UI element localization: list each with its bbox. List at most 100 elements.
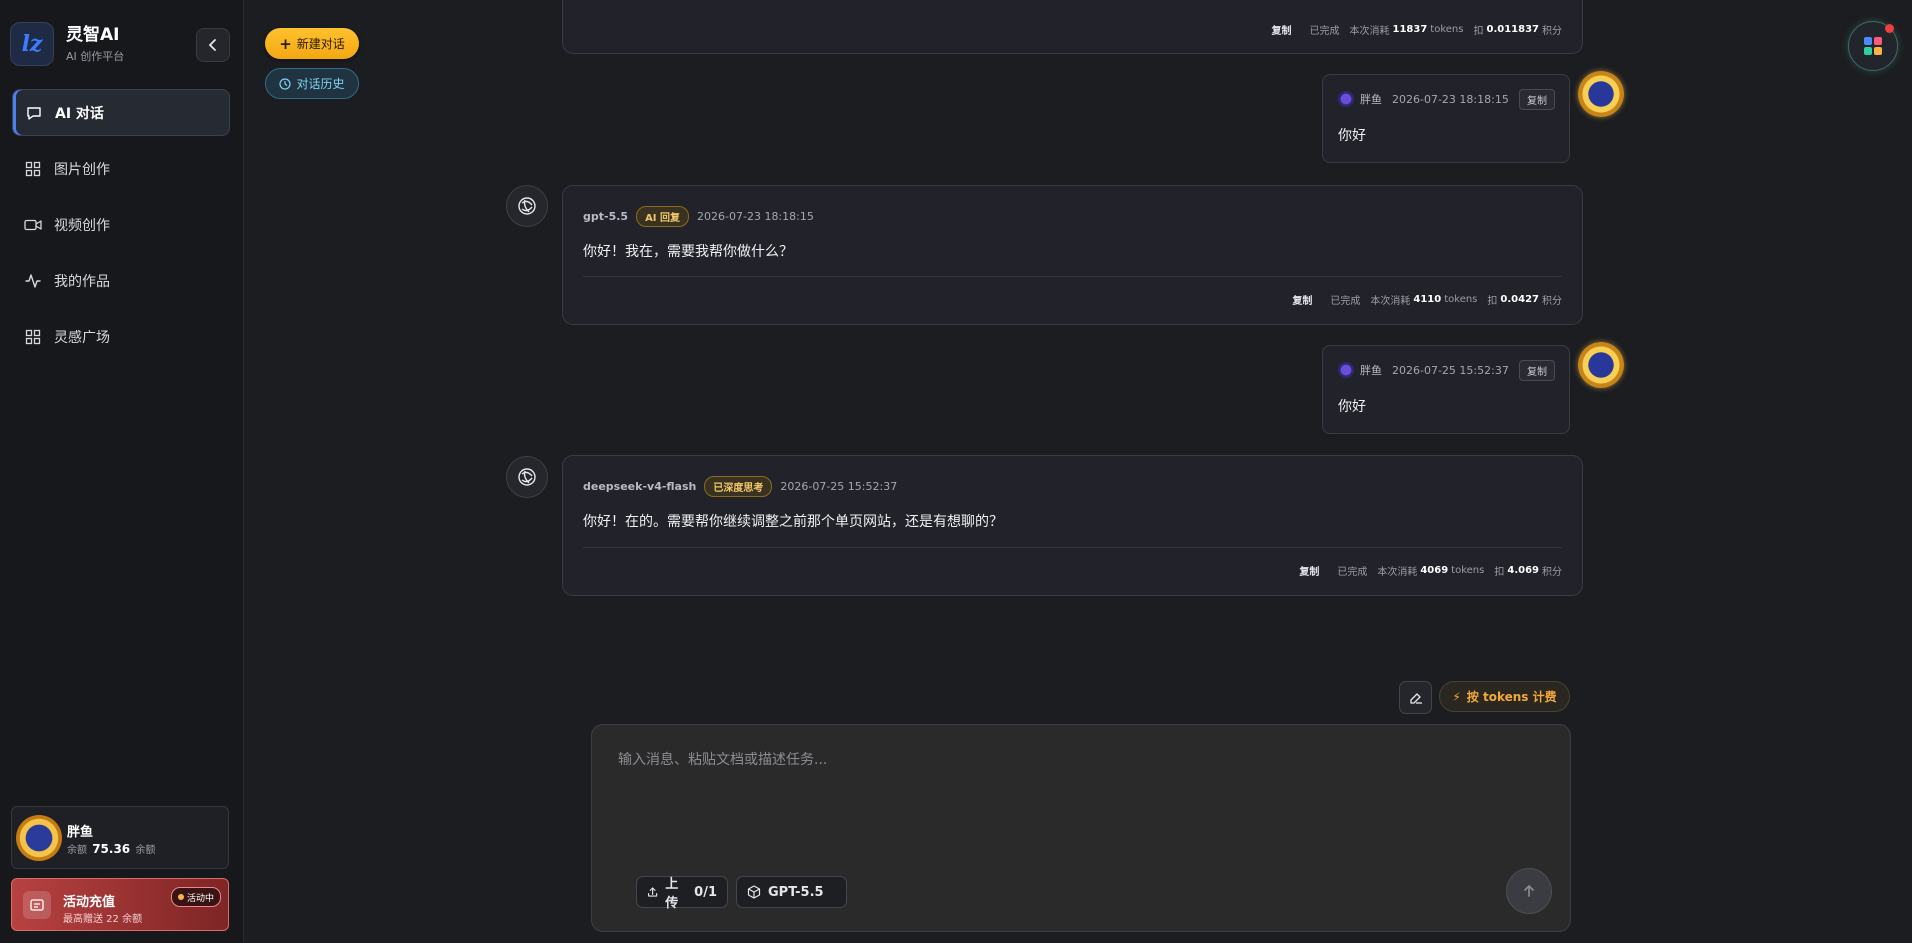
deduct-label: 扣 bbox=[1487, 296, 1498, 307]
chat-history-button[interactable]: 对话历史 bbox=[265, 68, 359, 99]
billing-label: 按 tokens 计费 bbox=[1466, 690, 1557, 704]
deduct-label: 扣 bbox=[1494, 567, 1505, 578]
send-button[interactable] bbox=[1506, 868, 1552, 914]
ai-message-card: deepseek-v4-flash 已深度思考 2026-07-25 15:52… bbox=[562, 455, 1583, 596]
sidebar-item-video-creation[interactable]: 视频创作 bbox=[12, 201, 230, 248]
model-name: GPT-5.5 bbox=[768, 884, 824, 900]
status-badge: 活动中 bbox=[170, 887, 221, 907]
sidebar-item-label: 灵感广场 bbox=[54, 329, 110, 346]
status-text: 已完成 bbox=[1309, 26, 1340, 37]
message-text: 你好！我在，需要我帮你做什么？ bbox=[583, 244, 793, 260]
token-count: 11837 bbox=[1392, 24, 1428, 35]
user-name: 胖鱼 bbox=[67, 825, 94, 840]
sidebar-item-label: 图片创作 bbox=[54, 161, 110, 178]
chat-icon bbox=[25, 104, 43, 122]
wallet-icon bbox=[23, 891, 51, 919]
new-chat-label: 新建对话 bbox=[296, 37, 345, 51]
eraser-icon bbox=[1409, 692, 1422, 704]
points-unit: 积分 bbox=[1542, 26, 1562, 37]
apps-icon bbox=[1864, 37, 1882, 55]
sidebar-item-label: AI 对话 bbox=[55, 105, 104, 122]
user-message-card: 胖鱼 2026-07-25 15:52:37 复制 你好 bbox=[1322, 345, 1570, 434]
clear-chat-button[interactable] bbox=[1399, 681, 1432, 714]
upload-icon bbox=[648, 887, 658, 897]
app-logo: lz bbox=[10, 22, 54, 66]
balance-value: 75.36 bbox=[92, 842, 131, 856]
ai-message-card: 复制 已完成 本次消耗 11837 tokens 扣 0.011837 积分 bbox=[562, 0, 1583, 54]
points-count: 4.069 bbox=[1507, 565, 1539, 576]
brand-subtitle: AI 创作平台 bbox=[66, 49, 125, 63]
copy-button[interactable]: 复制 bbox=[1292, 292, 1312, 307]
ai-avatar bbox=[506, 185, 548, 227]
message-header: gpt-5.5 AI 回复 2026-07-23 18:18:15 bbox=[583, 206, 814, 227]
brand-title: 灵智AI bbox=[66, 24, 120, 45]
ai-logo-icon bbox=[518, 197, 536, 215]
copy-button[interactable]: 复制 bbox=[1519, 360, 1555, 381]
notification-dot-icon bbox=[1885, 24, 1894, 33]
status-badge: 已深度思考 bbox=[704, 476, 773, 497]
ai-avatar bbox=[506, 456, 548, 498]
message-text: 你好 bbox=[1338, 128, 1366, 144]
sidebar-item-my-works[interactable]: 我的作品 bbox=[12, 257, 230, 304]
token-unit: tokens bbox=[1451, 565, 1485, 576]
upload-button[interactable]: 上传 0/1 bbox=[636, 876, 728, 911]
video-icon bbox=[24, 216, 42, 234]
brand: lz 灵智AI AI 创作平台 bbox=[10, 22, 124, 66]
copy-button[interactable]: 复制 bbox=[1272, 22, 1292, 37]
chevron-left-icon bbox=[208, 39, 216, 51]
timestamp: 2026-07-23 18:18:15 bbox=[1392, 92, 1509, 106]
user-avatar bbox=[1578, 71, 1624, 117]
usage-label: 本次消耗 bbox=[1349, 26, 1390, 37]
divider bbox=[583, 547, 1562, 548]
timestamp: 2026-07-25 15:52:37 bbox=[780, 480, 898, 493]
timestamp: 2026-07-23 18:18:15 bbox=[697, 210, 814, 223]
sidebar-item-image-creation[interactable]: 图片创作 bbox=[12, 145, 230, 192]
token-unit: tokens bbox=[1430, 24, 1464, 35]
user-message-card: 胖鱼 2026-07-23 18:18:15 复制 你好 bbox=[1322, 74, 1570, 163]
recharge-title: 活动充值 bbox=[63, 895, 116, 910]
deduct-label: 扣 bbox=[1473, 26, 1484, 37]
message-footer: 复制 已完成 本次消耗 4110 tokens 扣 0.0427 积分 bbox=[1292, 292, 1562, 307]
billing-mode-button[interactable]: ⚡ 按 tokens 计费 bbox=[1439, 681, 1570, 712]
copy-button[interactable]: 复制 bbox=[1299, 563, 1319, 578]
sidebar: lz 灵智AI AI 创作平台 AI 对话 图片创作 视频创作 我的作品 灵感广… bbox=[0, 0, 244, 943]
user-avatar bbox=[1578, 342, 1624, 388]
token-count: 4110 bbox=[1413, 294, 1442, 305]
points-count: 0.011837 bbox=[1486, 24, 1539, 35]
grid-icon bbox=[24, 160, 42, 178]
message-text: 你好 bbox=[1338, 399, 1366, 415]
model-selector[interactable]: GPT-5.5 bbox=[736, 876, 847, 908]
sidebar-item-ai-chat[interactable]: AI 对话 bbox=[12, 89, 230, 136]
sidebar-item-label: 视频创作 bbox=[54, 217, 110, 234]
sidebar-item-inspiration[interactable]: 灵感广场 bbox=[12, 313, 230, 360]
user-balance: 余额 75.36 余额 bbox=[67, 841, 155, 856]
copy-button[interactable]: 复制 bbox=[1519, 89, 1555, 110]
message-input[interactable] bbox=[616, 747, 1540, 851]
status-text: 已完成 bbox=[1330, 296, 1361, 307]
clock-icon bbox=[279, 77, 292, 90]
sender-name: 胖鱼 bbox=[1360, 364, 1382, 377]
collapse-sidebar-button[interactable] bbox=[196, 28, 230, 62]
badge-label: 活动中 bbox=[186, 893, 214, 904]
divider bbox=[583, 276, 1562, 277]
sidebar-item-label: 我的作品 bbox=[54, 273, 110, 290]
status-text: 已完成 bbox=[1337, 567, 1368, 578]
balance-unit: 余额 bbox=[135, 845, 156, 856]
sidebar-nav: AI 对话 图片创作 视频创作 我的作品 灵感广场 bbox=[12, 89, 230, 369]
recharge-button[interactable]: 活动充值 最高赠送 22 余额 活动中 bbox=[11, 878, 229, 931]
upload-label: 上传 bbox=[665, 877, 679, 911]
model-name: deepseek-v4-flash bbox=[583, 480, 697, 493]
apps-menu-button[interactable] bbox=[1848, 21, 1898, 71]
sender-name: 胖鱼 bbox=[1360, 93, 1382, 106]
usage-label: 本次消耗 bbox=[1377, 567, 1418, 578]
cube-icon bbox=[747, 885, 761, 899]
avatar bbox=[1338, 362, 1354, 378]
balance-label: 余额 bbox=[67, 845, 87, 856]
avatar bbox=[1338, 91, 1354, 107]
chat-history-label: 对话历史 bbox=[296, 77, 345, 91]
message-header: 胖鱼 2026-07-23 18:18:15 bbox=[1338, 91, 1509, 107]
ai-message-card: gpt-5.5 AI 回复 2026-07-23 18:18:15 你好！我在，… bbox=[562, 185, 1583, 325]
new-chat-button[interactable]: + 新建对话 bbox=[265, 28, 359, 59]
model-name: gpt-5.5 bbox=[583, 210, 629, 223]
user-card[interactable]: 胖鱼 余额 75.36 余额 bbox=[11, 806, 229, 869]
